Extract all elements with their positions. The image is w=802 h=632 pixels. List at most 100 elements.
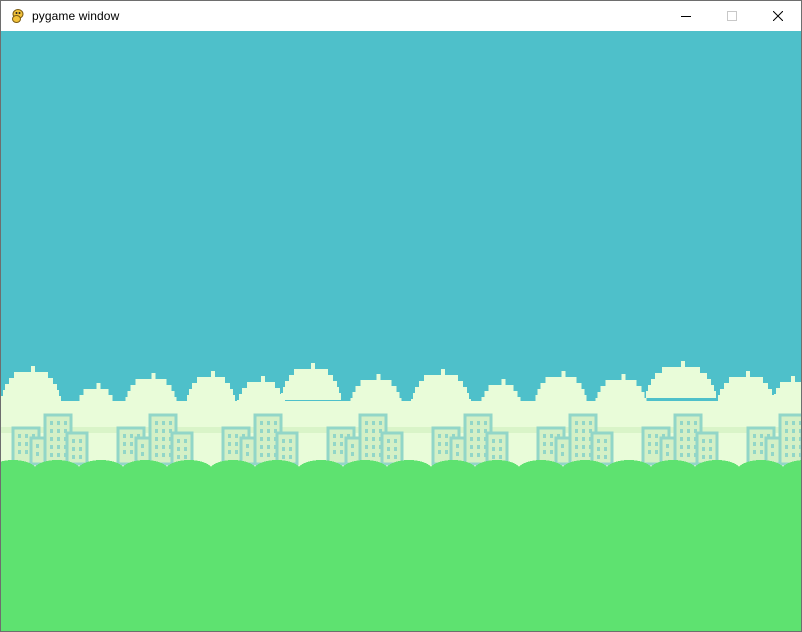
building-window bbox=[282, 447, 285, 451]
building-window bbox=[575, 445, 578, 449]
building-window bbox=[25, 450, 28, 454]
building-window bbox=[177, 447, 180, 451]
building-window bbox=[792, 429, 795, 433]
building-window bbox=[702, 447, 705, 451]
building-window bbox=[597, 439, 600, 443]
game-viewport[interactable] bbox=[1, 31, 801, 631]
building-window bbox=[260, 437, 263, 441]
building-window bbox=[666, 452, 669, 456]
building-window bbox=[267, 429, 270, 433]
building-window bbox=[792, 421, 795, 425]
building-window bbox=[177, 439, 180, 443]
building-window bbox=[792, 453, 795, 457]
building-window bbox=[18, 442, 21, 446]
building-window bbox=[162, 445, 165, 449]
building-window bbox=[365, 429, 368, 433]
cloud-bump bbox=[545, 377, 577, 384]
building-window bbox=[753, 450, 756, 454]
building-window bbox=[445, 442, 448, 446]
building-window bbox=[648, 434, 651, 438]
cloud-bump bbox=[237, 400, 285, 407]
building-window bbox=[260, 445, 263, 449]
building-window bbox=[260, 429, 263, 433]
building-window bbox=[680, 429, 683, 433]
building-window bbox=[57, 445, 60, 449]
cloud-bump bbox=[535, 395, 587, 402]
cloud-bump bbox=[294, 369, 328, 376]
building-window bbox=[680, 437, 683, 441]
building-window bbox=[155, 445, 158, 449]
building-window bbox=[470, 437, 473, 441]
cloud-bump bbox=[540, 383, 582, 390]
cloud-bump bbox=[655, 373, 707, 380]
close-button[interactable] bbox=[755, 1, 801, 31]
cloud-bump bbox=[74, 407, 118, 414]
window-title: pygame window bbox=[32, 9, 120, 23]
cloud-bump bbox=[720, 389, 772, 396]
building-window bbox=[36, 452, 39, 456]
building-window bbox=[499, 455, 502, 459]
title-bar[interactable]: pygame window bbox=[1, 1, 801, 31]
building-window bbox=[289, 447, 292, 451]
building-window bbox=[228, 442, 231, 446]
building-window bbox=[79, 447, 82, 451]
building-window bbox=[785, 445, 788, 449]
building-window bbox=[477, 421, 480, 425]
building-window bbox=[709, 455, 712, 459]
building bbox=[764, 436, 782, 466]
building-window bbox=[582, 421, 585, 425]
building-window bbox=[387, 455, 390, 459]
building-window bbox=[771, 452, 774, 456]
building-window bbox=[72, 455, 75, 459]
building-window bbox=[702, 455, 705, 459]
game-scene bbox=[1, 31, 801, 631]
building-window bbox=[372, 429, 375, 433]
building-window bbox=[680, 453, 683, 457]
building-window bbox=[687, 453, 690, 457]
cloud-bump bbox=[718, 395, 774, 402]
cloud-bump bbox=[662, 367, 700, 374]
building-window bbox=[687, 437, 690, 441]
cloud-bump bbox=[651, 379, 711, 386]
building-window bbox=[25, 442, 28, 446]
building-window bbox=[141, 452, 144, 456]
building-window bbox=[655, 450, 658, 454]
building-window bbox=[18, 434, 21, 438]
building-window bbox=[394, 439, 397, 443]
building bbox=[170, 431, 194, 466]
building-window bbox=[477, 429, 480, 433]
building-window bbox=[648, 442, 651, 446]
building-window bbox=[582, 429, 585, 433]
maximize-button[interactable] bbox=[709, 1, 755, 31]
building-window bbox=[799, 421, 801, 425]
building-window bbox=[543, 434, 546, 438]
building-window bbox=[57, 421, 60, 425]
minimize-button[interactable] bbox=[663, 1, 709, 31]
building-window bbox=[72, 439, 75, 443]
cloud-bump bbox=[73, 413, 119, 420]
building-window bbox=[50, 429, 53, 433]
building-window bbox=[50, 453, 53, 457]
building-window bbox=[365, 453, 368, 457]
building-window bbox=[289, 455, 292, 459]
building-window bbox=[438, 434, 441, 438]
building-window bbox=[709, 439, 712, 443]
cloud-bump bbox=[239, 394, 283, 401]
building-window bbox=[575, 437, 578, 441]
building-window bbox=[18, 450, 21, 454]
building-window bbox=[702, 439, 705, 443]
building-window bbox=[687, 445, 690, 449]
building-window bbox=[604, 439, 607, 443]
building-window bbox=[709, 447, 712, 451]
building bbox=[239, 436, 257, 466]
building-window bbox=[365, 437, 368, 441]
cloud-bump bbox=[311, 363, 315, 370]
cloud-bump bbox=[424, 375, 458, 382]
cloud-bump bbox=[621, 374, 626, 381]
pygame-window: pygame window bbox=[0, 0, 802, 632]
cloud-bump bbox=[285, 381, 337, 388]
cloud-bump bbox=[479, 403, 523, 410]
building-window bbox=[372, 453, 375, 457]
building-window bbox=[543, 442, 546, 446]
cloud-bump bbox=[96, 383, 101, 390]
